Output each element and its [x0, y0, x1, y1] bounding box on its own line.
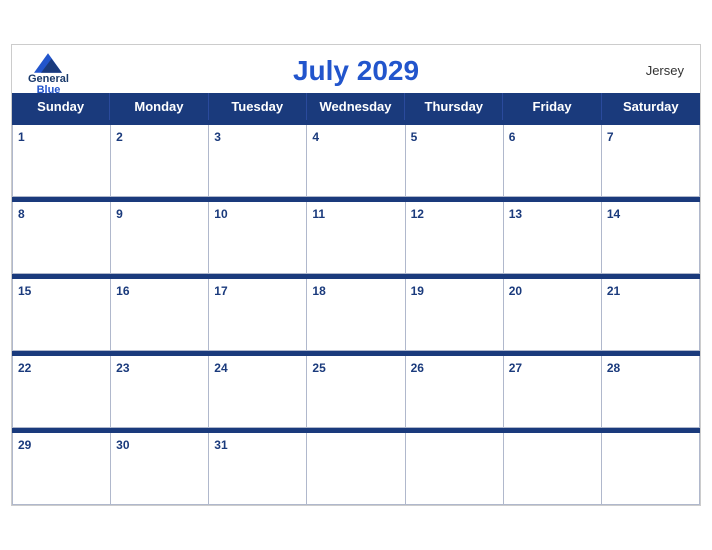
- date-number-16: 16: [116, 284, 129, 298]
- day-wednesday: Wednesday: [307, 93, 405, 120]
- day-cell-25: 25: [307, 356, 405, 428]
- day-cell-6: 6: [504, 125, 602, 197]
- logo-blue-text: Blue: [37, 85, 61, 96]
- day-cell-31: 31: [209, 433, 307, 505]
- date-number-21: 21: [607, 284, 620, 298]
- day-cell-empty-4-4: [406, 433, 504, 505]
- day-cell-16: 16: [111, 279, 209, 351]
- date-number-18: 18: [312, 284, 325, 298]
- week-row-2: 15 16 17 18 19 20 21: [12, 279, 700, 351]
- date-number-4: 4: [312, 130, 319, 144]
- calendar-body: 1234567891011121314151617181920212223242…: [12, 120, 700, 505]
- day-cell-5: 5: [406, 125, 504, 197]
- day-cell-26: 26: [406, 356, 504, 428]
- day-cell-empty-4-3: [307, 433, 405, 505]
- date-number-24: 24: [214, 361, 227, 375]
- day-sunday: Sunday: [12, 93, 110, 120]
- date-number-15: 15: [18, 284, 31, 298]
- week-row-4: 29 30 31: [12, 433, 700, 505]
- calendar-container: General Blue July 2029 Jersey Sunday Mon…: [11, 44, 701, 506]
- date-number-10: 10: [214, 207, 227, 221]
- calendar-title: July 2029: [293, 55, 419, 87]
- date-number-13: 13: [509, 207, 522, 221]
- day-cell-28: 28: [602, 356, 700, 428]
- date-number-5: 5: [411, 130, 418, 144]
- date-number-29: 29: [18, 438, 31, 452]
- week-row-0: 1 2 3 4 5 6 7: [12, 125, 700, 197]
- region-label: Jersey: [646, 63, 684, 78]
- day-cell-9: 9: [111, 202, 209, 274]
- logo-icon: [34, 53, 62, 73]
- week-row-3: 22 23 24 25 26 27 28: [12, 356, 700, 428]
- date-number-12: 12: [411, 207, 424, 221]
- date-number-6: 6: [509, 130, 516, 144]
- date-number-17: 17: [214, 284, 227, 298]
- date-number-2: 2: [116, 130, 123, 144]
- day-cell-3: 3: [209, 125, 307, 197]
- day-cell-15: 15: [13, 279, 111, 351]
- day-cell-27: 27: [504, 356, 602, 428]
- date-number-8: 8: [18, 207, 25, 221]
- date-number-30: 30: [116, 438, 129, 452]
- day-cell-1: 1: [13, 125, 111, 197]
- day-cell-14: 14: [602, 202, 700, 274]
- date-number-19: 19: [411, 284, 424, 298]
- logo-area: General Blue: [28, 53, 69, 96]
- date-number-27: 27: [509, 361, 522, 375]
- day-cell-24: 24: [209, 356, 307, 428]
- day-thursday: Thursday: [405, 93, 503, 120]
- days-of-week-header: Sunday Monday Tuesday Wednesday Thursday…: [12, 93, 700, 120]
- day-friday: Friday: [503, 93, 601, 120]
- day-cell-empty-4-5: [504, 433, 602, 505]
- date-number-11: 11: [312, 207, 325, 221]
- day-cell-7: 7: [602, 125, 700, 197]
- date-number-1: 1: [18, 130, 25, 144]
- day-cell-29: 29: [13, 433, 111, 505]
- date-number-31: 31: [214, 438, 227, 452]
- day-monday: Monday: [110, 93, 208, 120]
- day-cell-12: 12: [406, 202, 504, 274]
- date-number-23: 23: [116, 361, 129, 375]
- day-cell-13: 13: [504, 202, 602, 274]
- date-number-7: 7: [607, 130, 614, 144]
- day-cell-empty-4-6: [602, 433, 700, 505]
- day-cell-20: 20: [504, 279, 602, 351]
- date-number-26: 26: [411, 361, 424, 375]
- date-number-9: 9: [116, 207, 123, 221]
- day-cell-19: 19: [406, 279, 504, 351]
- day-cell-30: 30: [111, 433, 209, 505]
- day-cell-11: 11: [307, 202, 405, 274]
- date-number-28: 28: [607, 361, 620, 375]
- date-number-3: 3: [214, 130, 221, 144]
- week-row-1: 8 9 10 11 12 13 14: [12, 202, 700, 274]
- day-cell-8: 8: [13, 202, 111, 274]
- day-cell-10: 10: [209, 202, 307, 274]
- date-number-20: 20: [509, 284, 522, 298]
- day-cell-18: 18: [307, 279, 405, 351]
- calendar-header: General Blue July 2029 Jersey: [12, 45, 700, 93]
- date-number-25: 25: [312, 361, 325, 375]
- day-cell-21: 21: [602, 279, 700, 351]
- day-cell-22: 22: [13, 356, 111, 428]
- day-saturday: Saturday: [602, 93, 700, 120]
- date-number-14: 14: [607, 207, 620, 221]
- day-cell-17: 17: [209, 279, 307, 351]
- day-cell-4: 4: [307, 125, 405, 197]
- day-cell-23: 23: [111, 356, 209, 428]
- day-tuesday: Tuesday: [209, 93, 307, 120]
- date-number-22: 22: [18, 361, 31, 375]
- day-cell-2: 2: [111, 125, 209, 197]
